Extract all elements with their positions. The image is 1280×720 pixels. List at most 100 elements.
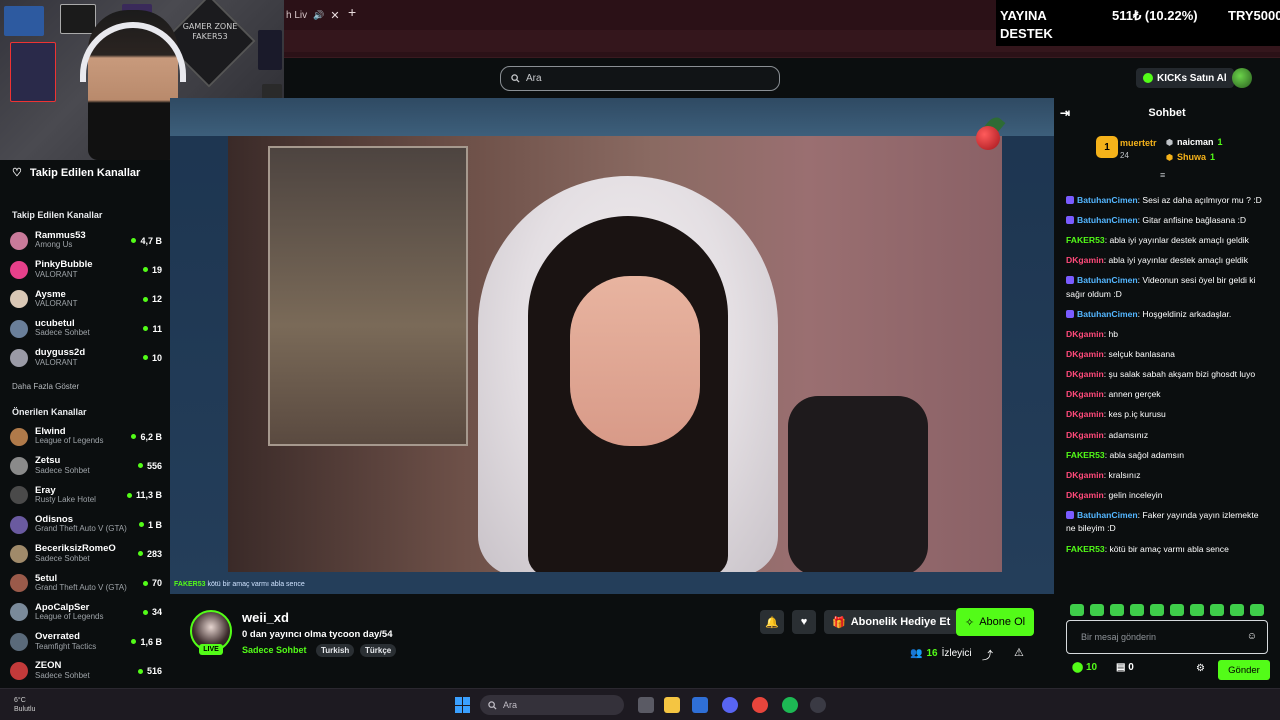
recommended-channel-5[interactable]: 5etul Grand Theft Auto V (GTA) 70 [10,568,162,597]
emote-icon[interactable] [1150,604,1164,616]
emote-icon[interactable] [1110,604,1124,616]
recommended-channel-4[interactable]: BeceriksizRomeO Sadece Sohbet 283 [10,539,162,568]
top-gifter-rank: 1 [1096,136,1118,158]
chat-username[interactable]: BatuhanCimen [1077,275,1138,285]
chat-username[interactable]: BatuhanCimen [1077,309,1138,319]
gift-subscription-button[interactable]: 🎁 Abonelik Hediye Et [824,610,959,634]
file-explorer-icon[interactable] [664,697,680,713]
followed-channel-2[interactable]: Aysme VALORANT 12 [10,285,162,314]
sidebar-header[interactable]: ♡ Takip Edilen Kanallar [12,166,140,180]
taskbar-search[interactable]: Ara [480,695,624,715]
chat-message: DKgamin: hb [1066,328,1270,342]
recommended-channel-0[interactable]: Elwind League of Legends 6,2 B [10,422,162,451]
collapse-chat-icon[interactable]: ⇥ [1060,106,1070,120]
chat-username[interactable]: DKgamin [1066,349,1104,359]
chat-username[interactable]: BatuhanCimen [1077,215,1138,225]
recommended-channel-6[interactable]: ApoCalpSer League of Legends 34 [10,598,162,627]
gifter-row[interactable]: ⬢ Shuwa 1 [1166,152,1215,162]
channel-name: Overrated [35,631,80,643]
chat-username[interactable]: DKgamin [1066,389,1104,399]
chat-username[interactable]: DKgamin [1066,255,1104,265]
chat-username[interactable]: DKgamin [1066,329,1104,339]
new-tab-button[interactable]: + [348,4,356,20]
chat-username[interactable]: BatuhanCimen [1077,195,1138,205]
emote-icon[interactable] [1210,604,1224,616]
user-avatar[interactable] [1232,68,1252,88]
followed-channel-1[interactable]: PinkyBubble VALORANT 19 [10,255,162,284]
share-icon[interactable]: ⤴ [982,647,993,663]
channel-points[interactable]: ⬤ 10 [1072,662,1097,673]
recommended-channel-1[interactable]: Zetsu Sadece Sohbet 556 [10,451,162,480]
channel-name[interactable]: weii_xd [242,610,289,625]
chat-username[interactable]: BatuhanCimen [1077,510,1138,520]
chat-text: kralsınız [1108,469,1141,480]
emoji-picker-icon[interactable]: ☺ [1247,631,1257,642]
app-icon[interactable] [810,697,826,713]
channel-avatar [10,456,28,475]
emote-icon[interactable] [1250,604,1264,616]
recommended-channel-7[interactable]: Overrated Teamfight Tactics 1,6 B [10,627,162,656]
spotify-icon[interactable] [782,697,798,713]
chat-message-input[interactable]: Bir mesaj gönderin ☺ [1066,620,1268,654]
video-player[interactable]: FAKER53 kötü bir amaç varmı abla sence [170,98,1054,594]
recommended-channel-3[interactable]: Odisnos Grand Theft Auto V (GTA) 1 B [10,510,162,539]
notification-bell-button[interactable]: 🔔 [760,610,784,634]
chat-username[interactable]: FAKER53 [1066,235,1105,245]
search-icon [511,74,520,83]
expand-pinned-icon[interactable]: ≡ [1160,170,1165,180]
follow-heart-button[interactable]: ♥ [792,610,816,634]
emote-bar [1070,604,1270,616]
gifter-row[interactable]: ⬢ naicman 1 [1166,137,1223,147]
emote-icon[interactable] [1190,604,1204,616]
browser-tab[interactable]: h Liv 🔊 ✕ [284,4,342,26]
windows-start-icon[interactable] [455,697,471,713]
tag-turkish[interactable]: Turkish [316,644,355,657]
gift-badge-icon: ⬢ [1166,137,1173,147]
gear-icon[interactable]: ⚙ [1196,663,1205,674]
search-input[interactable]: Ara [500,66,780,91]
store-icon[interactable] [692,697,708,713]
recommended-channel-2[interactable]: Eray Rusty Lake Hotel 11,3 B [10,481,162,510]
poster-decoration [258,30,282,70]
emote-icon[interactable] [1170,604,1184,616]
viewer-count: 283 [146,548,162,559]
followed-channel-3[interactable]: ucubetul Sadece Sohbet 11 [10,314,162,343]
chat-username[interactable]: DKgamin [1066,369,1104,379]
chat-username[interactable]: DKgamin [1066,490,1104,500]
chat-username[interactable]: FAKER53 [1066,544,1105,554]
chat-username[interactable]: FAKER53 [1066,450,1105,460]
stream-category[interactable]: Sadece Sohbet [242,645,307,655]
followed-channel-0[interactable]: Rammus53 Among Us 4,7 B [10,226,162,255]
channel-category: Grand Theft Auto V (GTA) [35,524,127,534]
chat-text: annen gerçek [1108,389,1161,400]
discord-icon[interactable] [722,697,738,713]
viewer-count: 516 [146,666,162,677]
chat-text: kötü bir amaç varmı abla sence [1109,543,1229,554]
emote-icon[interactable] [1070,604,1084,616]
chrome-icon[interactable] [752,697,768,713]
report-warning-icon[interactable]: ⚠ [1014,646,1024,659]
weather-temp: 6°C [14,697,26,704]
channel-category: League of Legends [35,612,104,622]
emote-icon[interactable] [1130,604,1144,616]
chat-username[interactable]: DKgamin [1066,430,1104,440]
viewer-count: 10 [151,352,162,363]
chat-username[interactable]: DKgamin [1066,409,1104,419]
send-button[interactable]: Gönder [1218,660,1270,680]
chat-message: BatuhanCimen: Gitar anfisine bağlasana :… [1066,214,1270,228]
followed-channel-4[interactable]: duyguss2d VALORANT 10 [10,343,162,372]
tab-close-icon[interactable]: ✕ [330,9,339,22]
recommended-channel-8[interactable]: ZEON Sadece Sohbet 516 [10,656,162,685]
show-more-link[interactable]: Daha Fazla Göster [12,382,79,391]
chat-username[interactable]: DKgamin [1066,470,1104,480]
tag-turkce[interactable]: Türkçe [360,644,397,657]
task-view-icon[interactable] [638,697,654,713]
emote-icon[interactable] [1230,604,1244,616]
top-gifter-name[interactable]: muertetr [1120,138,1157,148]
weather-widget[interactable]: 6°C Bulutlu [14,696,35,714]
buy-kicks-button[interactable]: KICKs Satın Al [1136,68,1234,88]
heart-icon: ♥ [800,616,808,628]
emote-icon[interactable] [1090,604,1104,616]
subscribe-button[interactable]: ✧ Abone Ol [956,608,1035,636]
chat-rewards[interactable]: ▤ 0 [1116,662,1134,673]
